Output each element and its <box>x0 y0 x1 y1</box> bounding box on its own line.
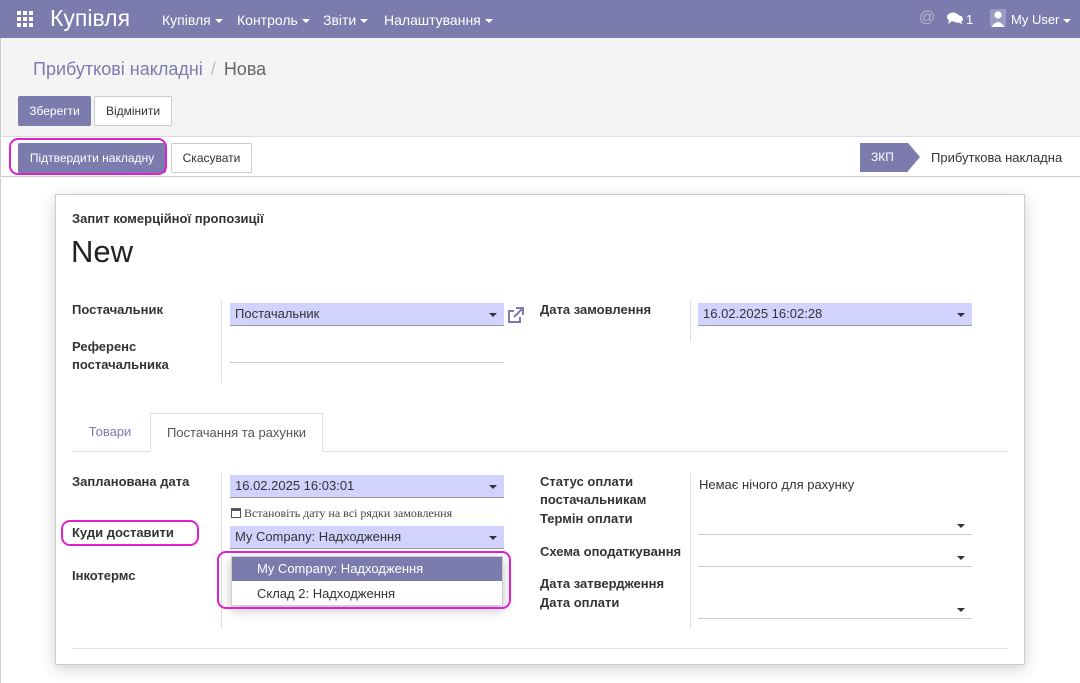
statusbar: Підтвердити накладну Скасувати ЗКП Прибу… <box>0 137 1080 177</box>
planned-date-label: Запланована дата <box>72 474 190 489</box>
confirm-order-button[interactable]: Підтвердити накладну <box>18 143 166 173</box>
deliver-to-select[interactable]: My Company: Надходження <box>230 526 504 549</box>
section-divider <box>72 648 1008 649</box>
calendar-icon <box>231 508 241 518</box>
incoterms-label: Інкотермс <box>72 568 136 583</box>
vendor-label: Постачальник <box>72 302 163 317</box>
menu-control[interactable]: Контроль <box>237 12 310 28</box>
chevron-down-icon <box>484 19 493 24</box>
chevron-down-icon <box>489 485 497 489</box>
breadcrumb-current: Нова <box>223 59 267 79</box>
payment-date-label: Дата оплати <box>540 595 620 610</box>
chevron-down-icon <box>957 313 965 317</box>
group-separator <box>221 473 222 628</box>
fiscal-position-label: Схема оподаткування <box>540 544 682 559</box>
vendor-select[interactable]: Постачальник <box>230 303 504 326</box>
billing-status-value: Немає нічого для рахунку <box>699 477 855 492</box>
external-link-icon[interactable] <box>506 306 525 325</box>
chevron-down-icon <box>1063 18 1072 23</box>
chat-count-badge: 1 <box>966 12 974 27</box>
app-brand: Купівля <box>50 5 131 31</box>
stage-rfq: ЗКП <box>860 143 920 172</box>
dropdown-option[interactable]: Склад 2: Надходження <box>232 582 502 606</box>
user-menu[interactable]: My User <box>1011 12 1072 27</box>
menu-settings[interactable]: Налаштування <box>384 12 493 28</box>
chat-bubbles-icon[interactable] <box>947 12 963 25</box>
billing-status-label: Статус оплати постачальникам <box>540 474 647 507</box>
group-separator <box>690 473 691 628</box>
order-date-field[interactable]: 16.02.2025 16:02:28 <box>698 303 972 326</box>
chevron-down-icon <box>957 556 965 560</box>
group-separator <box>690 301 691 342</box>
planned-date-hint: Встановіть дату на всі рядки замовлення <box>231 506 452 521</box>
payment-term-label: Термін оплати <box>540 511 633 526</box>
group-separator <box>221 301 222 383</box>
chevron-down-icon <box>489 313 497 317</box>
vendor-reference-label: Референс постачальника <box>72 339 169 372</box>
planned-date-field[interactable]: 16.02.2025 16:03:01 <box>230 475 504 498</box>
payment-date-field[interactable] <box>698 596 972 619</box>
save-button[interactable]: Зберегти <box>18 96 91 126</box>
chevron-down-icon <box>360 19 369 24</box>
apps-menu-icon[interactable] <box>17 11 33 27</box>
at-mention-icon[interactable]: @ <box>919 9 935 27</box>
chevron-down-icon <box>957 608 965 612</box>
tab-delivery-invoices[interactable]: Постачання та рахунки <box>150 413 323 452</box>
breadcrumb: Прибуткові накладні / Нова <box>33 59 266 80</box>
vendor-reference-field[interactable] <box>230 340 504 363</box>
tab-products[interactable]: Товари <box>74 413 146 452</box>
menu-purchase[interactable]: Купівля <box>162 12 223 28</box>
fiscal-position-select[interactable] <box>698 544 972 567</box>
chevron-down-icon <box>957 524 965 528</box>
cancel-order-button[interactable]: Скасувати <box>171 143 252 173</box>
payment-term-select[interactable] <box>698 512 972 535</box>
top-navbar: Купівля Купівля Контроль Звіти Налаштува… <box>0 0 1080 38</box>
control-panel: Прибуткові накладні / Нова Зберегти Відмін… <box>0 38 1080 137</box>
order-date-label: Дата замовлення <box>540 302 652 317</box>
discard-button[interactable]: Відмінити <box>94 96 172 126</box>
breadcrumb-separator: / <box>210 59 216 79</box>
stage-purchase-order[interactable]: Прибуткова накладна <box>931 150 1062 165</box>
avatar[interactable] <box>990 9 1006 27</box>
menu-reports[interactable]: Звіти <box>323 12 369 28</box>
deliver-to-dropdown: My Company: Надходження Склад 2: Надходж… <box>231 556 503 606</box>
chevron-down-icon <box>489 536 497 540</box>
approve-date-label: Дата затвердження <box>540 576 665 591</box>
page-title: New <box>71 234 134 269</box>
deliver-to-label: Куди доставити <box>72 525 174 540</box>
chevron-down-icon <box>301 19 310 24</box>
breadcrumb-parent-link[interactable]: Прибуткові накладні <box>33 59 203 79</box>
form-subtitle: Запит комерційної пропозиції <box>72 211 264 226</box>
dropdown-option[interactable]: My Company: Надходження <box>232 557 502 581</box>
chevron-down-icon <box>214 19 223 24</box>
